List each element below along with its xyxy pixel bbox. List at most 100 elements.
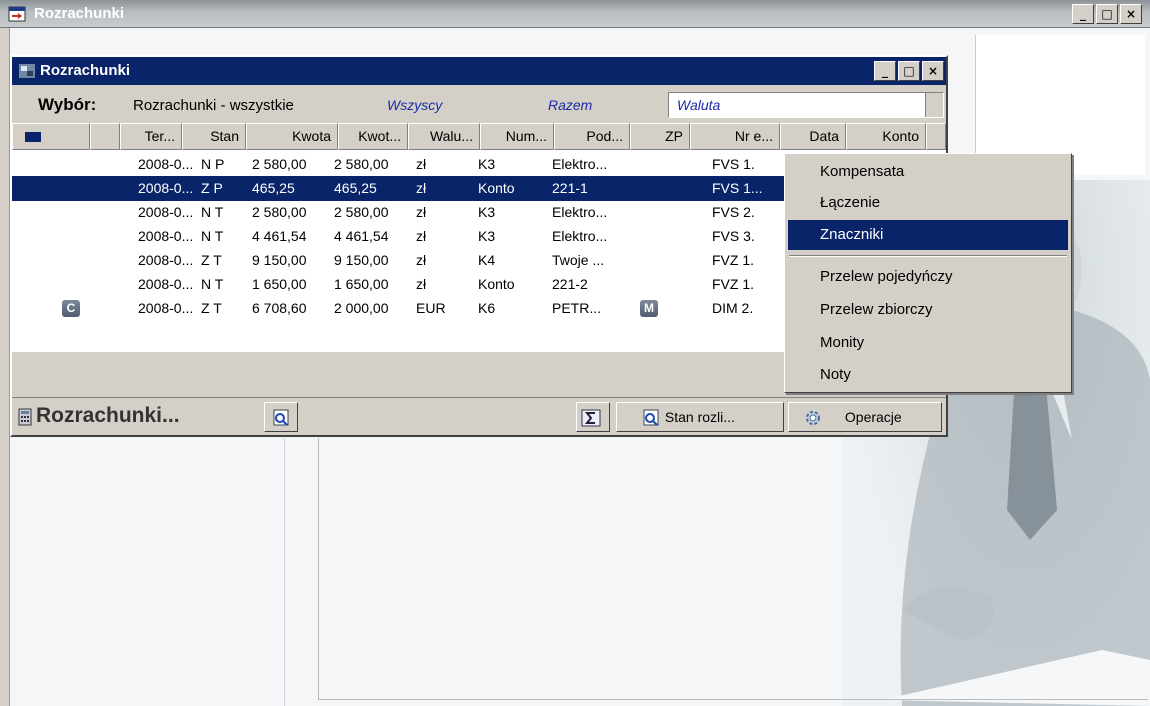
cell-pod: 221-1: [552, 180, 588, 196]
cell-num: K6: [478, 300, 496, 316]
cell-kwota: 4 461,54: [252, 228, 307, 244]
currency-field[interactable]: Waluta: [668, 92, 944, 118]
cell-kwota: 2 580,00: [252, 156, 307, 172]
stan-rozliczen-button[interactable]: Stan rozli...: [616, 402, 784, 432]
app-window-icon: [8, 6, 26, 22]
app-title: Rozrachunki: [34, 5, 125, 22]
column-header-zp[interactable]: ZP: [630, 123, 690, 150]
column-header-walu[interactable]: Walu...: [408, 123, 480, 150]
app-titlebar[interactable]: Rozrachunki _ □ ×: [0, 0, 1150, 28]
menu-item--czenie[interactable]: Łączenie: [788, 188, 1068, 218]
operations-context-menu: Kompensata Łączenie Znaczniki Przelew pojed…: [784, 153, 1072, 393]
minimize-button[interactable]: _: [1072, 4, 1094, 24]
column-header-kwot[interactable]: Kwot...: [338, 123, 408, 150]
cell-walu: zł: [416, 204, 427, 220]
cell-nr: FVS 1...: [712, 180, 763, 196]
cell-kwota: 1 650,00: [252, 276, 307, 292]
cell-kwota: 2 580,00: [252, 204, 307, 220]
menu-item-noty[interactable]: Noty: [788, 360, 1068, 390]
cell-nr: FVS 2.: [712, 204, 755, 220]
child-minimize-button[interactable]: _: [874, 61, 896, 81]
cell-kwot: 9 150,00: [334, 252, 389, 268]
cell-num: K3: [478, 156, 496, 172]
cell-kwot: 465,25: [334, 180, 377, 196]
cell-walu: zł: [416, 180, 427, 196]
sigma-icon: [581, 409, 601, 427]
menu-item-znaczniki[interactable]: Znaczniki: [788, 220, 1068, 250]
cell-nr: FVS 1.: [712, 156, 755, 172]
cell-pod: Elektro...: [552, 156, 608, 172]
column-header-num[interactable]: Num...: [480, 123, 554, 150]
row-zp-badge-icon: M: [640, 300, 658, 317]
filter-who[interactable]: Wszyscy: [387, 97, 442, 113]
preview-button[interactable]: [264, 402, 298, 432]
cell-ter: 2008-0...: [138, 204, 194, 220]
close-button[interactable]: ×: [1120, 4, 1142, 24]
cell-stan: N T: [201, 204, 224, 220]
column-header-nr[interactable]: Nr e...: [690, 123, 780, 150]
cell-num: K4: [478, 252, 496, 268]
magnifier-document-icon: [643, 409, 659, 427]
cell-walu: zł: [416, 156, 427, 172]
toolbar-title: Rozrachunki...: [36, 404, 180, 427]
column-header-kwota[interactable]: Kwota: [246, 123, 338, 150]
cell-kwot: 1 650,00: [334, 276, 389, 292]
magnifier-document-icon: [273, 409, 289, 427]
child-close-button[interactable]: ×: [922, 61, 944, 81]
gear-icon: [806, 411, 820, 426]
cell-stan: Z P: [201, 180, 223, 196]
filter-sum[interactable]: Razem: [548, 97, 592, 113]
cell-kwota: 6 708,60: [252, 300, 307, 316]
cell-stan: N P: [201, 156, 225, 172]
child-maximize-button[interactable]: □: [898, 61, 920, 81]
filter-selection[interactable]: Rozrachunki - wszystkie: [133, 97, 294, 114]
cell-num: Konto: [478, 276, 515, 292]
filter-label: Wybór:: [38, 95, 97, 114]
currency-dropdown-button[interactable]: [925, 93, 943, 117]
cell-kwot: 4 461,54: [334, 228, 389, 244]
menu-item-przelew-zbiorczy[interactable]: Przelew zbiorczy: [788, 295, 1068, 325]
column-header-konto[interactable]: Konto: [846, 123, 926, 150]
child-titlebar[interactable]: Rozrachunki _ □ ×: [12, 57, 946, 85]
cell-num: K3: [478, 204, 496, 220]
cell-num: K3: [478, 228, 496, 244]
cell-num: Konto: [478, 180, 515, 196]
rozrachunki-window-icon: [19, 64, 35, 78]
sum-button[interactable]: [576, 402, 610, 432]
column-spacer-right: [926, 123, 946, 150]
menu-item-przelew-pojedy-czy[interactable]: Przelew pojedyńczy: [788, 262, 1068, 292]
cell-ter: 2008-0...: [138, 276, 194, 292]
menu-item-kompensata[interactable]: Kompensata: [788, 157, 1068, 187]
cell-kwota: 9 150,00: [252, 252, 307, 268]
cell-pod: 221-2: [552, 276, 588, 292]
cell-walu: zł: [416, 228, 427, 244]
cell-pod: Elektro...: [552, 204, 608, 220]
select-all-icon: [25, 132, 41, 143]
cell-stan: Z T: [201, 252, 222, 268]
cell-nr: DIM 2.: [712, 300, 754, 316]
column-selector[interactable]: [12, 123, 90, 150]
cell-stan: N T: [201, 276, 224, 292]
app-left-border: [0, 28, 10, 706]
filter-bar: Wybór: Rozrachunki - wszystkie Wszyscy R…: [12, 87, 946, 121]
cell-stan: Z T: [201, 300, 222, 316]
cell-kwot: 2 580,00: [334, 156, 389, 172]
column-header-pod[interactable]: Pod...: [554, 123, 630, 150]
operacje-label: Operacje: [844, 409, 902, 425]
cell-pod: PETR...: [552, 300, 602, 316]
cell-nr: FVS 3.: [712, 228, 755, 244]
menu-item-monity[interactable]: Monity: [788, 328, 1068, 358]
cell-walu: EUR: [416, 300, 446, 316]
app-window: Rozrachunki _ □ × Rozrachunki _ □ × Wybó…: [0, 0, 1150, 706]
column-header-ter[interactable]: Ter...: [120, 123, 182, 150]
background-divider: [284, 438, 285, 706]
calculator-icon: [18, 408, 32, 426]
operacje-button[interactable]: Operacje: [788, 402, 942, 432]
row-badge-icon: C: [62, 300, 80, 317]
column-header-data[interactable]: Data: [780, 123, 846, 150]
menu-separator: [789, 255, 1067, 257]
column-header-stan[interactable]: Stan: [182, 123, 246, 150]
cell-ter: 2008-0...: [138, 156, 194, 172]
maximize-button[interactable]: □: [1096, 4, 1118, 24]
cell-ter: 2008-0...: [138, 180, 194, 196]
